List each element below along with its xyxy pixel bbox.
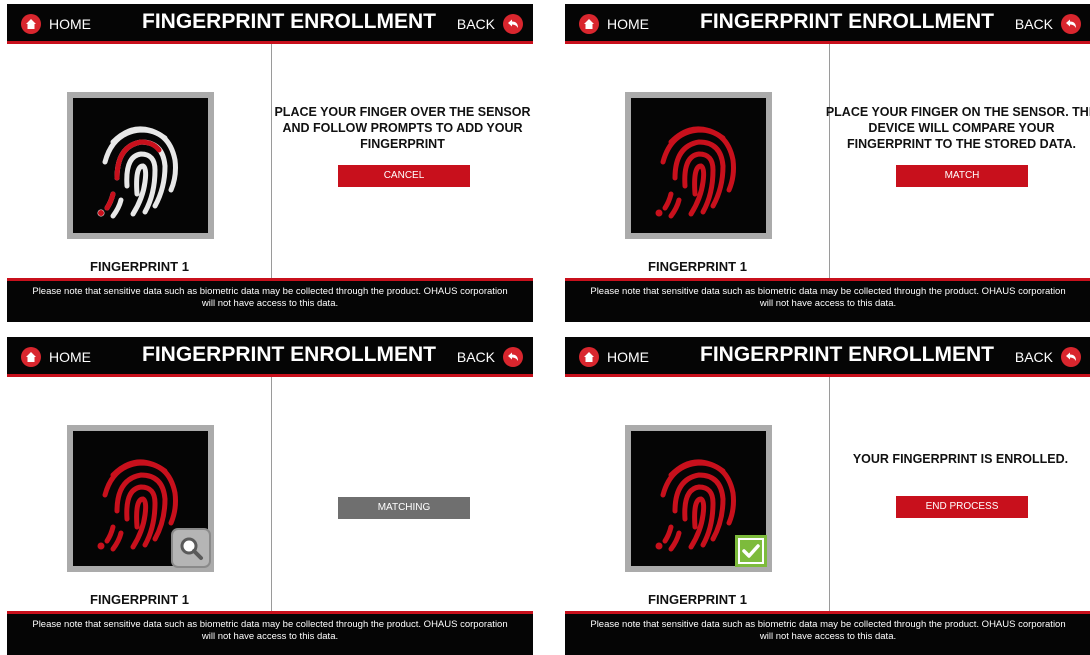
instruction-message: YOUR FINGERPRINT IS ENROLLED. [830, 451, 1090, 467]
instruction-line: FINGERPRINT [360, 137, 445, 151]
privacy-notice-line: will not have access to this data. [201, 631, 339, 642]
instruction-message: PLACE YOUR FINGER OVER THE SENSOR AND FO… [272, 104, 533, 152]
fingerprint-icon [73, 98, 208, 233]
privacy-notice-line: will not have access to this data. [201, 298, 339, 309]
back-arrow-icon [503, 14, 523, 34]
home-icon [579, 347, 599, 367]
instruction-line: DEVICE WILL COMPARE YOUR [868, 121, 1055, 135]
fingerprint-caption: FINGERPRINT 1 [648, 259, 747, 274]
back-button[interactable]: BACK [457, 13, 523, 35]
home-button[interactable]: HOME [21, 13, 91, 35]
instruction-line: YOUR FINGERPRINT IS ENROLLED. [852, 452, 1069, 466]
back-arrow-icon [503, 347, 523, 367]
home-label: HOME [607, 349, 649, 365]
back-button[interactable]: BACK [1015, 346, 1081, 368]
fingerprint-caption: FINGERPRINT 1 [90, 592, 189, 607]
privacy-notice-line: Please note that sensitive data such as … [32, 619, 508, 630]
fingerprint-frame [67, 425, 214, 572]
back-label: BACK [1014, 349, 1053, 365]
end-process-button[interactable]: END PROCESS [896, 496, 1028, 518]
enrollment-screen-matching: HOME FINGERPRINT ENROLLMENT BACK FINGERP… [7, 337, 533, 655]
checkmark-badge [735, 535, 767, 567]
checkmark-icon [740, 540, 762, 562]
privacy-notice: Please note that sensitive data such as … [7, 278, 533, 322]
header-bar: HOME FINGERPRINT ENROLLMENT BACK [565, 4, 1090, 44]
fingerprint-frame [625, 92, 772, 239]
home-icon [579, 14, 599, 34]
home-label: HOME [49, 349, 91, 365]
home-label: HOME [49, 16, 91, 32]
fingerprint-image [631, 98, 766, 233]
privacy-notice-line: Please note that sensitive data such as … [32, 286, 508, 297]
page-title: FINGERPRINT ENROLLMENT [700, 343, 994, 366]
instruction-line: PLACE YOUR FINGER OVER THE SENSOR [274, 105, 531, 119]
fingerprint-icon [631, 98, 766, 233]
instruction-area: PLACE YOUR FINGER OVER THE SENSOR AND FO… [272, 44, 533, 278]
home-icon [21, 347, 41, 367]
privacy-notice-line: will not have access to this data. [759, 631, 897, 642]
fingerprint-area: FINGERPRINT 1 [7, 377, 272, 611]
fingerprint-frame [625, 425, 772, 572]
instruction-area: YOUR FINGERPRINT IS ENROLLED. END PROCES… [830, 377, 1090, 611]
back-label: BACK [456, 349, 495, 365]
back-label: BACK [1014, 16, 1053, 32]
matching-status-button[interactable]: MATCHING [338, 497, 470, 519]
back-button[interactable]: BACK [1015, 13, 1081, 35]
back-label: BACK [456, 16, 495, 32]
fingerprint-area: FINGERPRINT 1 [7, 44, 272, 278]
instruction-line: PLACE YOUR FINGER ON THE SENSOR. THE [825, 105, 1090, 119]
instruction-line: AND FOLLOW PROMPTS TO ADD YOUR [282, 121, 523, 135]
privacy-notice-line: will not have access to this data. [759, 298, 897, 309]
page-title: FINGERPRINT ENROLLMENT [142, 10, 436, 33]
instruction-message: PLACE YOUR FINGER ON THE SENSOR. THE DEV… [824, 104, 1090, 152]
enrollment-screen-compare: HOME FINGERPRINT ENROLLMENT BACK FINGERP… [565, 4, 1090, 322]
instruction-area: PLACE YOUR FINGER ON THE SENSOR. THE DEV… [826, 44, 1090, 278]
home-button[interactable]: HOME [579, 13, 649, 35]
fingerprint-area: FINGERPRINT 1 [565, 44, 830, 278]
header-bar: HOME FINGERPRINT ENROLLMENT BACK [7, 4, 533, 44]
privacy-notice-line: Please note that sensitive data such as … [590, 286, 1066, 297]
fingerprint-frame [67, 92, 214, 239]
match-button[interactable]: MATCH [896, 165, 1028, 187]
fingerprint-area: FINGERPRINT 1 [565, 377, 830, 611]
fingerprint-image [73, 98, 208, 233]
magnifier-badge [171, 528, 211, 568]
home-label: HOME [607, 16, 649, 32]
privacy-notice: Please note that sensitive data such as … [565, 611, 1090, 655]
magnifier-icon [180, 537, 203, 560]
home-button[interactable]: HOME [579, 346, 649, 368]
privacy-notice: Please note that sensitive data such as … [565, 278, 1090, 322]
privacy-notice-line: Please note that sensitive data such as … [590, 619, 1066, 630]
fingerprint-caption: FINGERPRINT 1 [648, 592, 747, 607]
back-button[interactable]: BACK [457, 346, 523, 368]
page-title: FINGERPRINT ENROLLMENT [700, 10, 994, 33]
enrollment-screen-place-finger: HOME FINGERPRINT ENROLLMENT BACK FINGERP… [7, 4, 533, 322]
page-title: FINGERPRINT ENROLLMENT [142, 343, 436, 366]
header-bar: HOME FINGERPRINT ENROLLMENT BACK [565, 337, 1090, 377]
fingerprint-caption: FINGERPRINT 1 [90, 259, 189, 274]
back-arrow-icon [1061, 14, 1081, 34]
header-bar: HOME FINGERPRINT ENROLLMENT BACK [7, 337, 533, 377]
privacy-notice: Please note that sensitive data such as … [7, 611, 533, 655]
back-arrow-icon [1061, 347, 1081, 367]
instruction-line: FINGERPRINT TO THE STORED DATA. [847, 137, 1076, 151]
cancel-button[interactable]: CANCEL [338, 165, 470, 187]
home-icon [21, 14, 41, 34]
home-button[interactable]: HOME [21, 346, 91, 368]
instruction-area: MATCHING [272, 377, 533, 611]
enrollment-screen-enrolled: HOME FINGERPRINT ENROLLMENT BACK FINGERP… [565, 337, 1090, 655]
